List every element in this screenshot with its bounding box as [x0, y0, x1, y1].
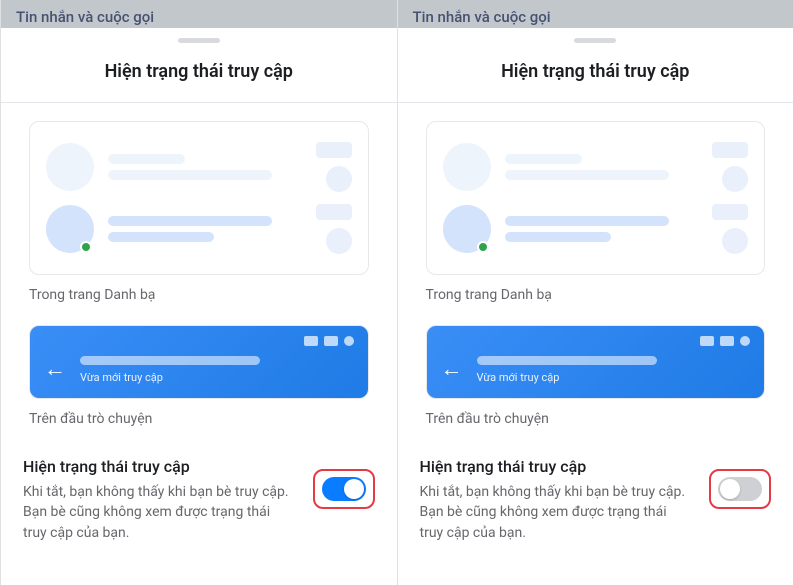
screen-left: Tin nhắn và cuộc gọi Hiện trạng thái tru… [0, 0, 397, 585]
window-icon [720, 336, 734, 346]
setting-title: Hiện trạng thái truy cập [420, 457, 694, 476]
skeleton-line [477, 356, 657, 365]
list-item [443, 198, 749, 260]
window-icon [344, 336, 354, 346]
list-item [46, 136, 352, 198]
avatar-placeholder [46, 143, 94, 191]
back-arrow-icon: ← [441, 359, 463, 381]
active-status-setting-row: Hiện trạng thái truy cập Khi tắt, bạn kh… [398, 427, 793, 543]
chat-header-preview-card: ← Vừa mới truy cập [426, 325, 766, 399]
screen-right: Tin nhắn và cuộc gọi Hiện trạng thái tru… [397, 0, 793, 585]
chat-header-caption: Trên đầu trò chuyện [29, 411, 369, 427]
page-title: Hiện trạng thái truy cập [1, 43, 397, 103]
chat-header-preview-card: ← Vừa mới truy cập [29, 325, 369, 399]
skeleton-line [80, 356, 260, 365]
list-item [443, 136, 749, 198]
window-icon [740, 336, 750, 346]
list-item [46, 198, 352, 260]
bottom-sheet-panel: Hiện trạng thái truy cập [1, 28, 397, 585]
active-status-dot-icon [477, 241, 489, 253]
active-status-setting-row: Hiện trạng thái truy cập Khi tắt, bạn kh… [1, 427, 397, 543]
placeholder-icon [316, 204, 352, 220]
contacts-preview-card [426, 121, 766, 275]
toggle-knob [720, 479, 740, 499]
active-status-label: Vừa mới truy cập [477, 371, 751, 384]
skeleton-line [505, 170, 669, 180]
highlight-annotation [313, 469, 375, 509]
placeholder-icon [326, 228, 352, 254]
highlight-annotation [709, 469, 771, 509]
window-icon [324, 336, 338, 346]
page-title: Hiện trạng thái truy cập [398, 43, 793, 103]
active-status-toggle[interactable] [322, 477, 366, 501]
content-area: Trong trang Danh bạ ← Vừa mới truy cập T… [1, 103, 397, 427]
placeholder-icon [722, 166, 748, 192]
skeleton-line [505, 216, 669, 226]
back-arrow-icon: ← [44, 359, 66, 381]
setting-title: Hiện trạng thái truy cập [23, 457, 297, 476]
bottom-sheet-panel: Hiện trạng thái truy cập [398, 28, 793, 585]
placeholder-icon [712, 142, 748, 158]
dim-overlay [398, 0, 793, 28]
window-icon [304, 336, 318, 346]
skeleton-line [108, 170, 272, 180]
skeleton-line [108, 232, 214, 242]
contacts-caption: Trong trang Danh bạ [29, 287, 369, 303]
placeholder-icon [316, 142, 352, 158]
content-area: Trong trang Danh bạ ← Vừa mới truy cập T… [398, 103, 793, 427]
active-status-toggle[interactable] [718, 477, 762, 501]
skeleton-line [108, 154, 185, 164]
skeleton-line [108, 216, 272, 226]
window-icon [700, 336, 714, 346]
active-status-label: Vừa mới truy cập [80, 371, 354, 384]
chat-header-caption: Trên đầu trò chuyện [426, 411, 766, 427]
toggle-knob [344, 479, 364, 499]
dim-overlay [1, 0, 397, 28]
placeholder-icon [722, 228, 748, 254]
active-status-dot-icon [80, 241, 92, 253]
avatar-placeholder [443, 143, 491, 191]
contacts-preview-card [29, 121, 369, 275]
placeholder-icon [712, 204, 748, 220]
skeleton-line [505, 232, 611, 242]
setting-description: Khi tắt, bạn không thấy khi bạn bè truy … [420, 482, 694, 543]
setting-description: Khi tắt, bạn không thấy khi bạn bè truy … [23, 482, 297, 543]
placeholder-icon [326, 166, 352, 192]
contacts-caption: Trong trang Danh bạ [426, 287, 766, 303]
skeleton-line [505, 154, 582, 164]
